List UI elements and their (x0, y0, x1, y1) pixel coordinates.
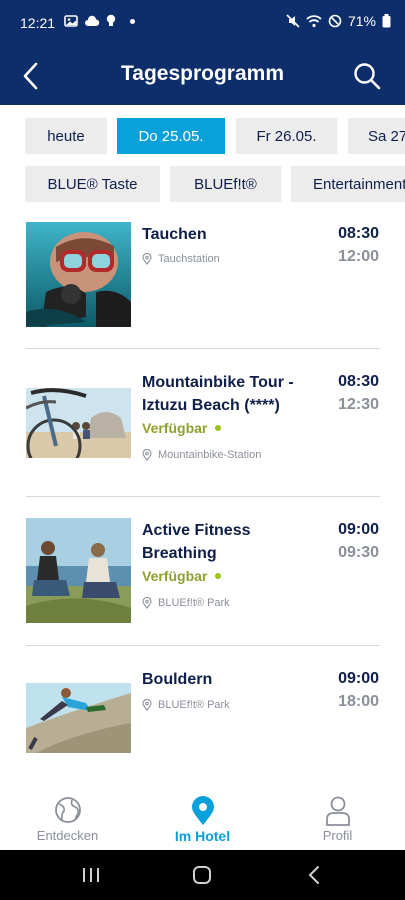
activity-end-time: 18:00 (338, 693, 379, 710)
activity-location-text: Tauchstation (158, 253, 220, 265)
location-pin-icon (142, 253, 152, 265)
status-time: 12:21 (20, 15, 56, 31)
category-selector: BLUE® Taste BLUEf!t® Entertainment (0, 164, 405, 204)
activity-image-bouldering (26, 683, 131, 753)
activity-image-fitness (26, 518, 131, 623)
search-icon[interactable] (351, 60, 383, 92)
globe-icon (54, 797, 81, 823)
activity-start-time: 08:30 (338, 225, 379, 242)
activity-location-text: Mountainbike-Station (158, 449, 262, 461)
activity-item[interactable]: Active Fitness Breathing Verfügbar BLUEf… (0, 518, 405, 644)
availability-label: Verfügbar (142, 568, 208, 584)
activity-item[interactable]: Bouldern BLUEf!t® Park 09:00 18:00 (0, 667, 405, 767)
activity-location: BLUEf!t® Park (142, 699, 230, 711)
divider (26, 645, 380, 646)
availability-status: Verfügbar (142, 568, 222, 584)
activity-location-text: BLUEf!t® Park (158, 699, 230, 711)
nav-item-profil[interactable]: Profil (270, 780, 405, 850)
nav-item-entdecken[interactable]: Entdecken (0, 780, 135, 850)
status-bar: 12:21 71% (0, 0, 405, 44)
availability-label: Verfügbar (142, 420, 208, 436)
availability-status: Verfügbar (142, 420, 222, 436)
activity-item[interactable]: Mountainbike Tour - Iztuzu Beach (****) … (0, 370, 405, 496)
cloud-icon (85, 15, 100, 26)
lightbulb-icon (106, 14, 116, 26)
day-chip[interactable]: Sa 27. (348, 118, 405, 154)
category-chip-fit[interactable]: BLUEf!t® (170, 166, 281, 202)
recent-apps-icon[interactable] (76, 864, 106, 886)
nav-item-im-hotel[interactable]: Im Hotel (135, 780, 270, 850)
page-title: Tagesprogramm (121, 62, 284, 85)
nav-label: Entdecken (36, 828, 99, 843)
do-not-disturb-icon (328, 14, 342, 28)
status-right-icons: 71% (286, 13, 391, 29)
nav-label: Profil (322, 828, 353, 843)
app-header: 12:21 71% Tagesprogramm (0, 0, 405, 105)
day-chip[interactable]: Fr 26.05. (236, 118, 337, 154)
system-back-icon[interactable] (300, 864, 330, 886)
day-chip-today[interactable]: heute (25, 118, 107, 154)
activity-start-time: 08:30 (338, 373, 379, 390)
day-chip-selected[interactable]: Do 25.05. (117, 118, 225, 154)
battery-icon (382, 14, 391, 28)
activity-item[interactable]: Tauchen Tauchstation 08:30 12:00 (0, 222, 405, 348)
category-chip-entertainment[interactable]: Entertainment (291, 166, 405, 202)
availability-dot-icon (215, 425, 222, 431)
category-chip-taste[interactable]: BLUE® Taste (25, 166, 160, 202)
activity-location: BLUEf!t® Park (142, 597, 230, 609)
activity-image-mountainbike (26, 388, 131, 458)
day-selector: heute Do 25.05. Fr 26.05. Sa 27. (0, 117, 405, 157)
bottom-navigation: Entdecken Im Hotel Profil (0, 780, 405, 850)
wifi-icon (306, 15, 322, 28)
location-pin-icon (191, 796, 214, 825)
location-pin-icon (142, 449, 152, 461)
person-icon (325, 796, 350, 826)
battery-percent: 71% (347, 13, 376, 29)
activity-location: Mountainbike-Station (142, 449, 261, 461)
divider (26, 348, 380, 349)
activity-image-diving (26, 222, 131, 327)
status-left-icons (64, 14, 135, 28)
divider (26, 496, 380, 497)
activity-start-time: 09:00 (338, 670, 379, 687)
activity-start-time: 09:00 (338, 521, 379, 538)
activity-location-text: BLUEf!t® Park (158, 597, 230, 609)
home-icon[interactable] (187, 864, 217, 886)
location-pin-icon (142, 699, 152, 711)
availability-dot-icon (215, 573, 222, 579)
activity-end-time: 09:30 (338, 544, 379, 561)
location-pin-icon (142, 597, 152, 609)
mute-icon (286, 14, 300, 28)
system-navigation-bar (0, 850, 405, 900)
activity-end-time: 12:00 (338, 248, 379, 265)
gallery-icon (64, 15, 78, 27)
activity-end-time: 12:30 (338, 396, 379, 413)
nav-label: Im Hotel (174, 828, 231, 844)
notification-dot-icon (130, 18, 135, 24)
activity-location: Tauchstation (142, 253, 220, 265)
activity-title: Bouldern (142, 671, 213, 688)
activity-title: Active Fitness Breathing (142, 522, 251, 562)
activity-title: Mountainbike Tour - Iztuzu Beach (****) (142, 374, 294, 414)
activity-title: Tauchen (142, 226, 207, 243)
